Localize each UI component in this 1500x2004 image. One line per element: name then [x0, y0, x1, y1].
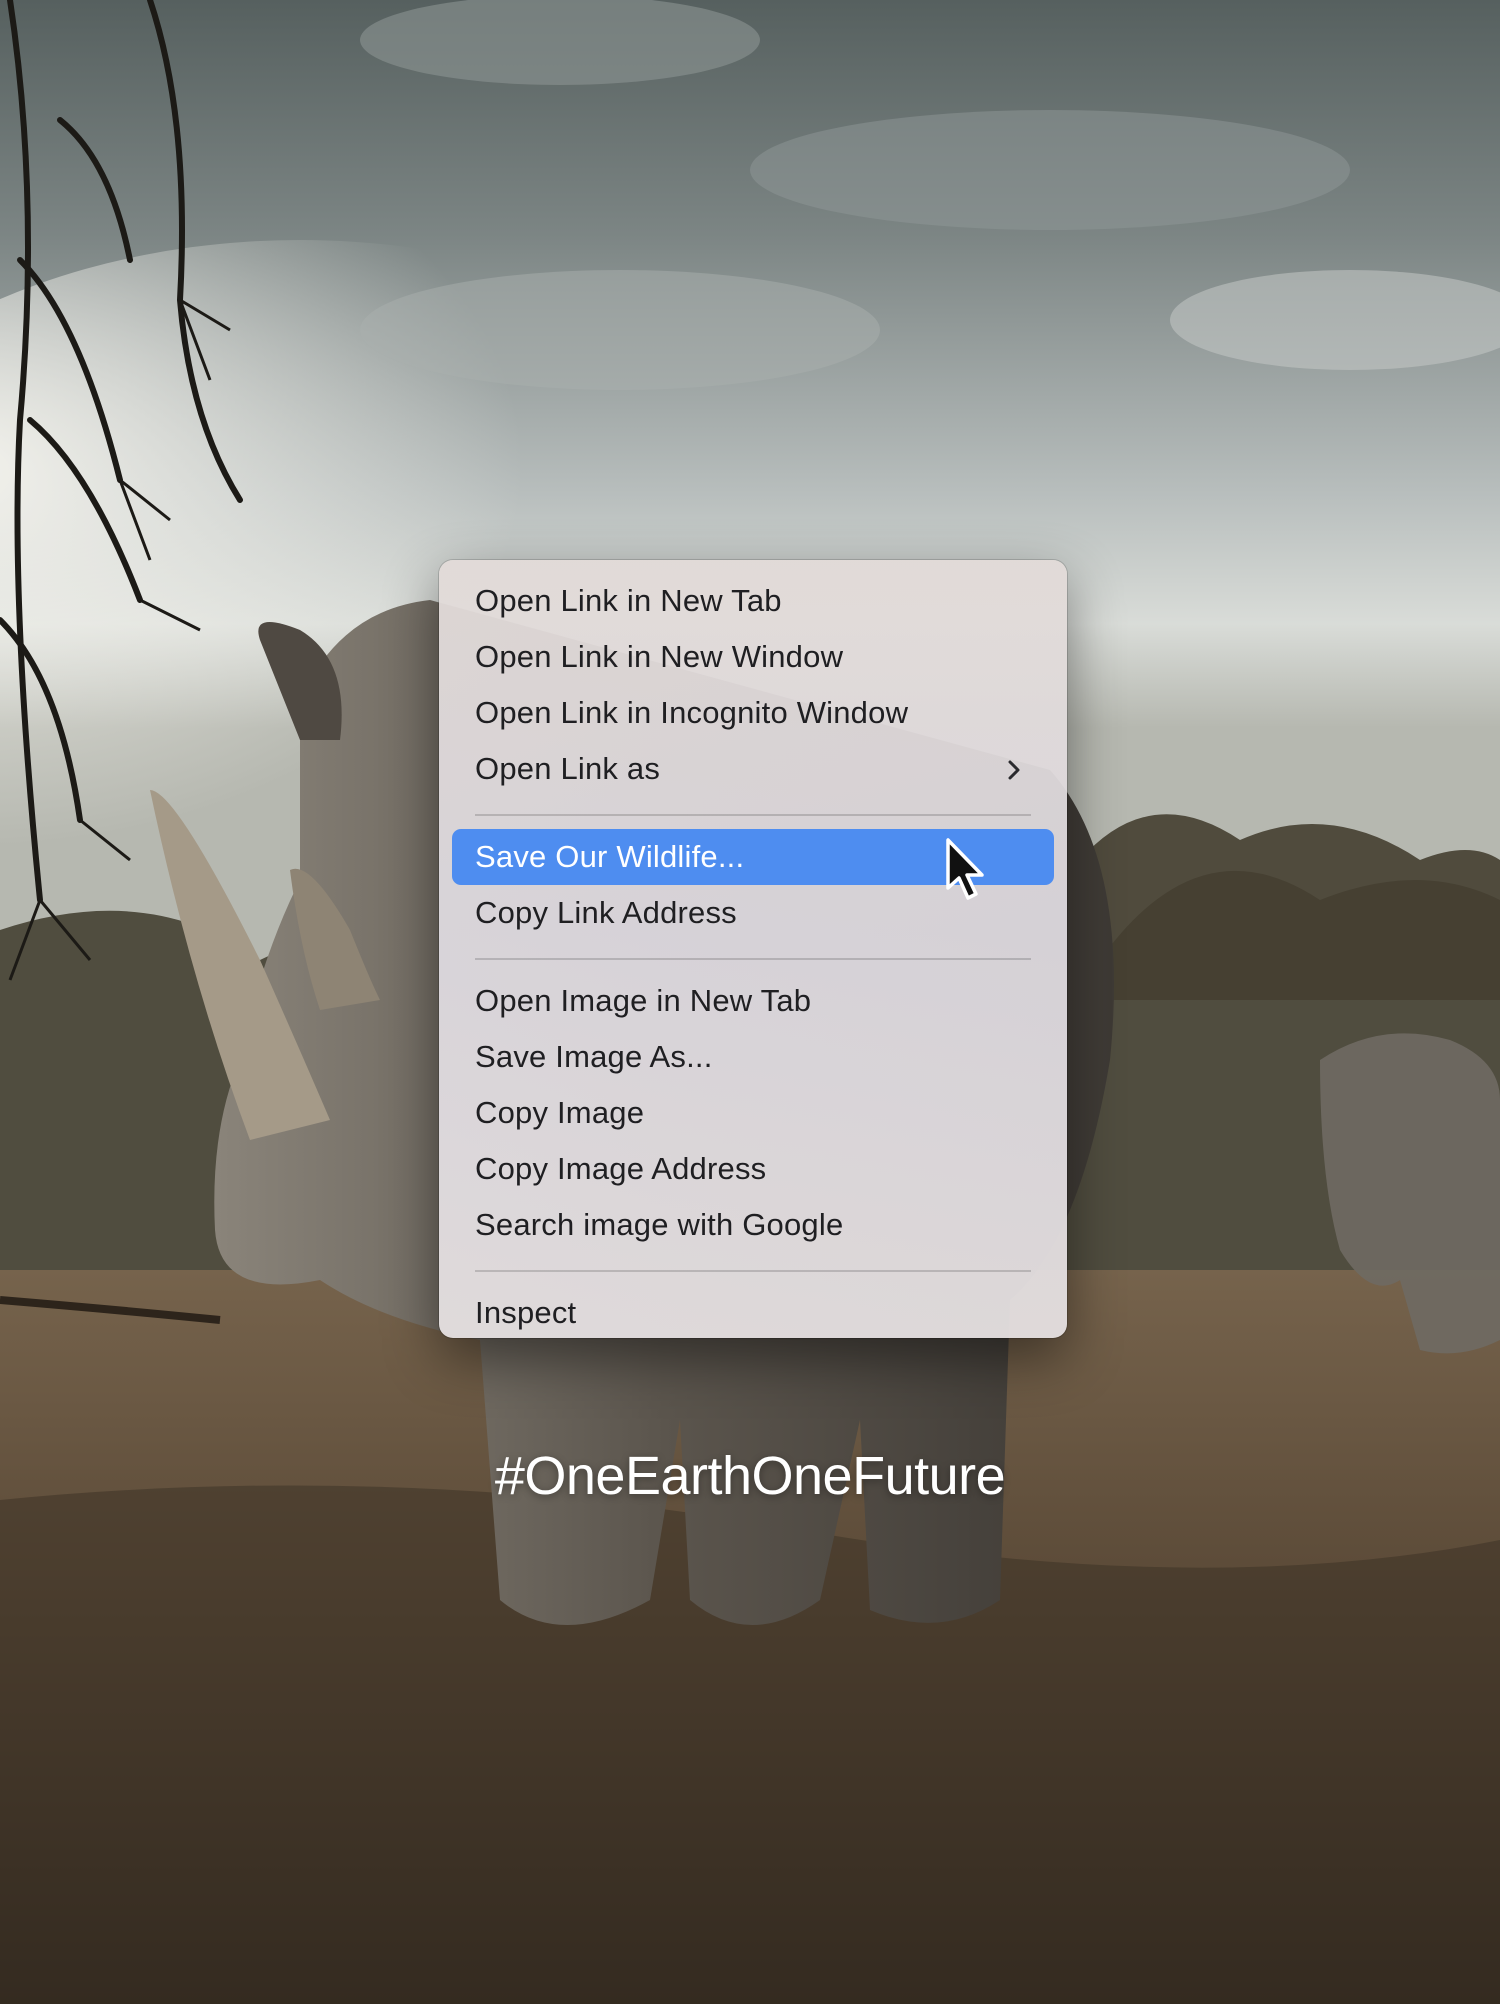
context-menu: Open Link in New Tab Open Link in New Wi… — [439, 560, 1067, 1338]
campaign-hashtag: #OneEarthOneFuture — [494, 1446, 1006, 1506]
menu-item-search-image-google[interactable]: Search image with Google — [452, 1197, 1054, 1253]
menu-item-save-image-as[interactable]: Save Image As... — [452, 1029, 1054, 1085]
menu-item-open-link-new-tab[interactable]: Open Link in New Tab — [452, 573, 1054, 629]
menu-separator — [475, 1270, 1031, 1272]
menu-item-label: Copy Link Address — [475, 895, 737, 930]
arrow-cursor-icon — [944, 838, 992, 902]
menu-item-label: Open Link in New Tab — [475, 583, 782, 618]
menu-item-copy-image-address[interactable]: Copy Image Address — [452, 1141, 1054, 1197]
menu-separator — [475, 958, 1031, 960]
menu-item-label: Inspect — [475, 1295, 577, 1330]
menu-item-label: Copy Image Address — [475, 1151, 767, 1186]
menu-item-copy-image[interactable]: Copy Image — [452, 1085, 1054, 1141]
menu-item-label: Open Link in New Window — [475, 639, 844, 674]
chevron-right-icon — [1004, 741, 1024, 797]
menu-item-label: Open Link as — [475, 751, 661, 786]
menu-item-label: Search image with Google — [475, 1207, 844, 1242]
menu-item-open-link-incognito[interactable]: Open Link in Incognito Window — [452, 685, 1054, 741]
menu-item-label: Save Our Wildlife... — [475, 839, 745, 874]
menu-item-inspect[interactable]: Inspect — [452, 1285, 1054, 1341]
menu-separator — [475, 814, 1031, 816]
menu-item-label: Copy Image — [475, 1095, 645, 1130]
menu-item-label: Save Image As... — [475, 1039, 713, 1074]
menu-item-label: Open Image in New Tab — [475, 983, 812, 1018]
menu-item-open-image-new-tab[interactable]: Open Image in New Tab — [452, 973, 1054, 1029]
menu-item-open-link-as[interactable]: Open Link as — [452, 741, 1054, 797]
menu-item-label: Open Link in Incognito Window — [475, 695, 909, 730]
menu-item-open-link-new-window[interactable]: Open Link in New Window — [452, 629, 1054, 685]
